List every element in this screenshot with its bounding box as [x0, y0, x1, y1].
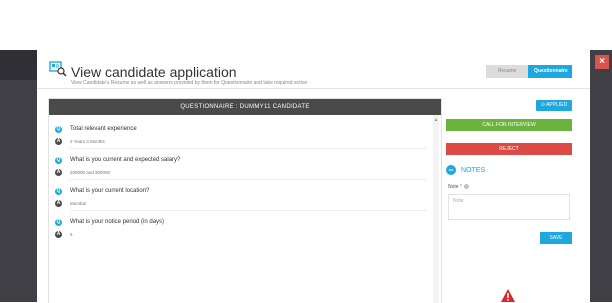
question-text: What is you current and expected salary? — [70, 157, 181, 163]
question-text: What is your current location? — [70, 188, 150, 194]
answer-badge: A — [55, 168, 62, 176]
divider — [70, 210, 427, 211]
question-badge: Q — [55, 187, 62, 195]
check-circle-icon: ⊙ — [540, 102, 545, 108]
modal-header: View candidate application View Candidat… — [37, 50, 590, 89]
question-text: What is your notice period (in days) — [70, 219, 165, 225]
modal-backdrop-right — [590, 50, 612, 302]
applied-status-label: APPLIED — [546, 102, 568, 108]
note-textarea[interactable] — [448, 194, 570, 220]
warning-icon — [501, 289, 515, 302]
questionnaire-panel: QUESTIONNAIRE : DUMMY11 CANDIDATE Q Tota… — [48, 98, 442, 303]
questionnaire-header: QUESTIONNAIRE : DUMMY11 CANDIDATE — [49, 99, 441, 115]
qa-item: Q What is your current location? A Mumba… — [55, 185, 427, 211]
modal-title: View candidate application — [71, 64, 237, 80]
required-mark: * — [459, 184, 462, 190]
qa-item: Q What is your notice period (in days) A… — [55, 216, 427, 240]
applied-status-button[interactable]: ⊙ APPLIED — [536, 100, 572, 111]
notes-section-header[interactable]: − NOTES — [446, 164, 485, 176]
view-tabs: Resume Questionnaire — [486, 65, 572, 78]
tab-resume[interactable]: Resume — [486, 65, 528, 78]
scrollbar[interactable]: ▲ — [433, 115, 439, 303]
notes-title: NOTES — [461, 166, 486, 174]
divider — [70, 148, 427, 149]
question-badge: Q — [55, 125, 62, 133]
minus-circle-icon[interactable]: − — [446, 165, 456, 175]
questionnaire-scroll-area[interactable]: Q Total relevant experience A 2 Years 3 … — [49, 115, 441, 303]
question-text: Total relevant experience — [70, 126, 137, 132]
scroll-up-arrow-icon[interactable]: ▲ — [433, 117, 439, 123]
candidate-search-icon — [49, 61, 67, 77]
help-icon[interactable]: ? — [464, 184, 470, 190]
save-button[interactable]: SAVE — [540, 232, 572, 244]
reject-button[interactable]: REJECT — [446, 143, 572, 155]
close-icon[interactable]: × — [595, 55, 609, 69]
divider — [70, 179, 427, 180]
modal-subtitle: View Candidate's Resume as well as answe… — [71, 80, 308, 86]
answer-text: 5 — [70, 231, 73, 237]
answer-badge: A — [55, 199, 62, 207]
answer-text: Mumbai — [70, 200, 87, 206]
note-label-text: Note — [448, 184, 459, 190]
qa-item: Q What is you current and expected salar… — [55, 154, 427, 180]
answer-badge: A — [55, 137, 62, 145]
question-badge: Q — [55, 156, 62, 164]
answer-text: 200000 and 300000 — [70, 169, 111, 175]
answer-badge: A — [55, 230, 62, 238]
question-badge: Q — [55, 218, 62, 226]
call-for-interview-button[interactable]: CALL FOR INTERVIEW — [446, 119, 572, 131]
answer-text: 2 Years 3 Months — [70, 138, 105, 144]
candidate-application-modal: View candidate application View Candidat… — [37, 50, 590, 303]
qa-item: Q Total relevant experience A 2 Years 3 … — [55, 123, 427, 149]
modal-backdrop-left — [0, 50, 37, 302]
qa-list: Q Total relevant experience A 2 Years 3 … — [55, 123, 427, 245]
app-topbar — [0, 0, 612, 50]
tab-questionnaire[interactable]: Questionnaire — [528, 65, 572, 78]
note-field-label: Note * ? — [448, 184, 470, 190]
actions-panel: ⊙ APPLIED CALL FOR INTERVIEW REJECT − NO… — [446, 98, 574, 302]
